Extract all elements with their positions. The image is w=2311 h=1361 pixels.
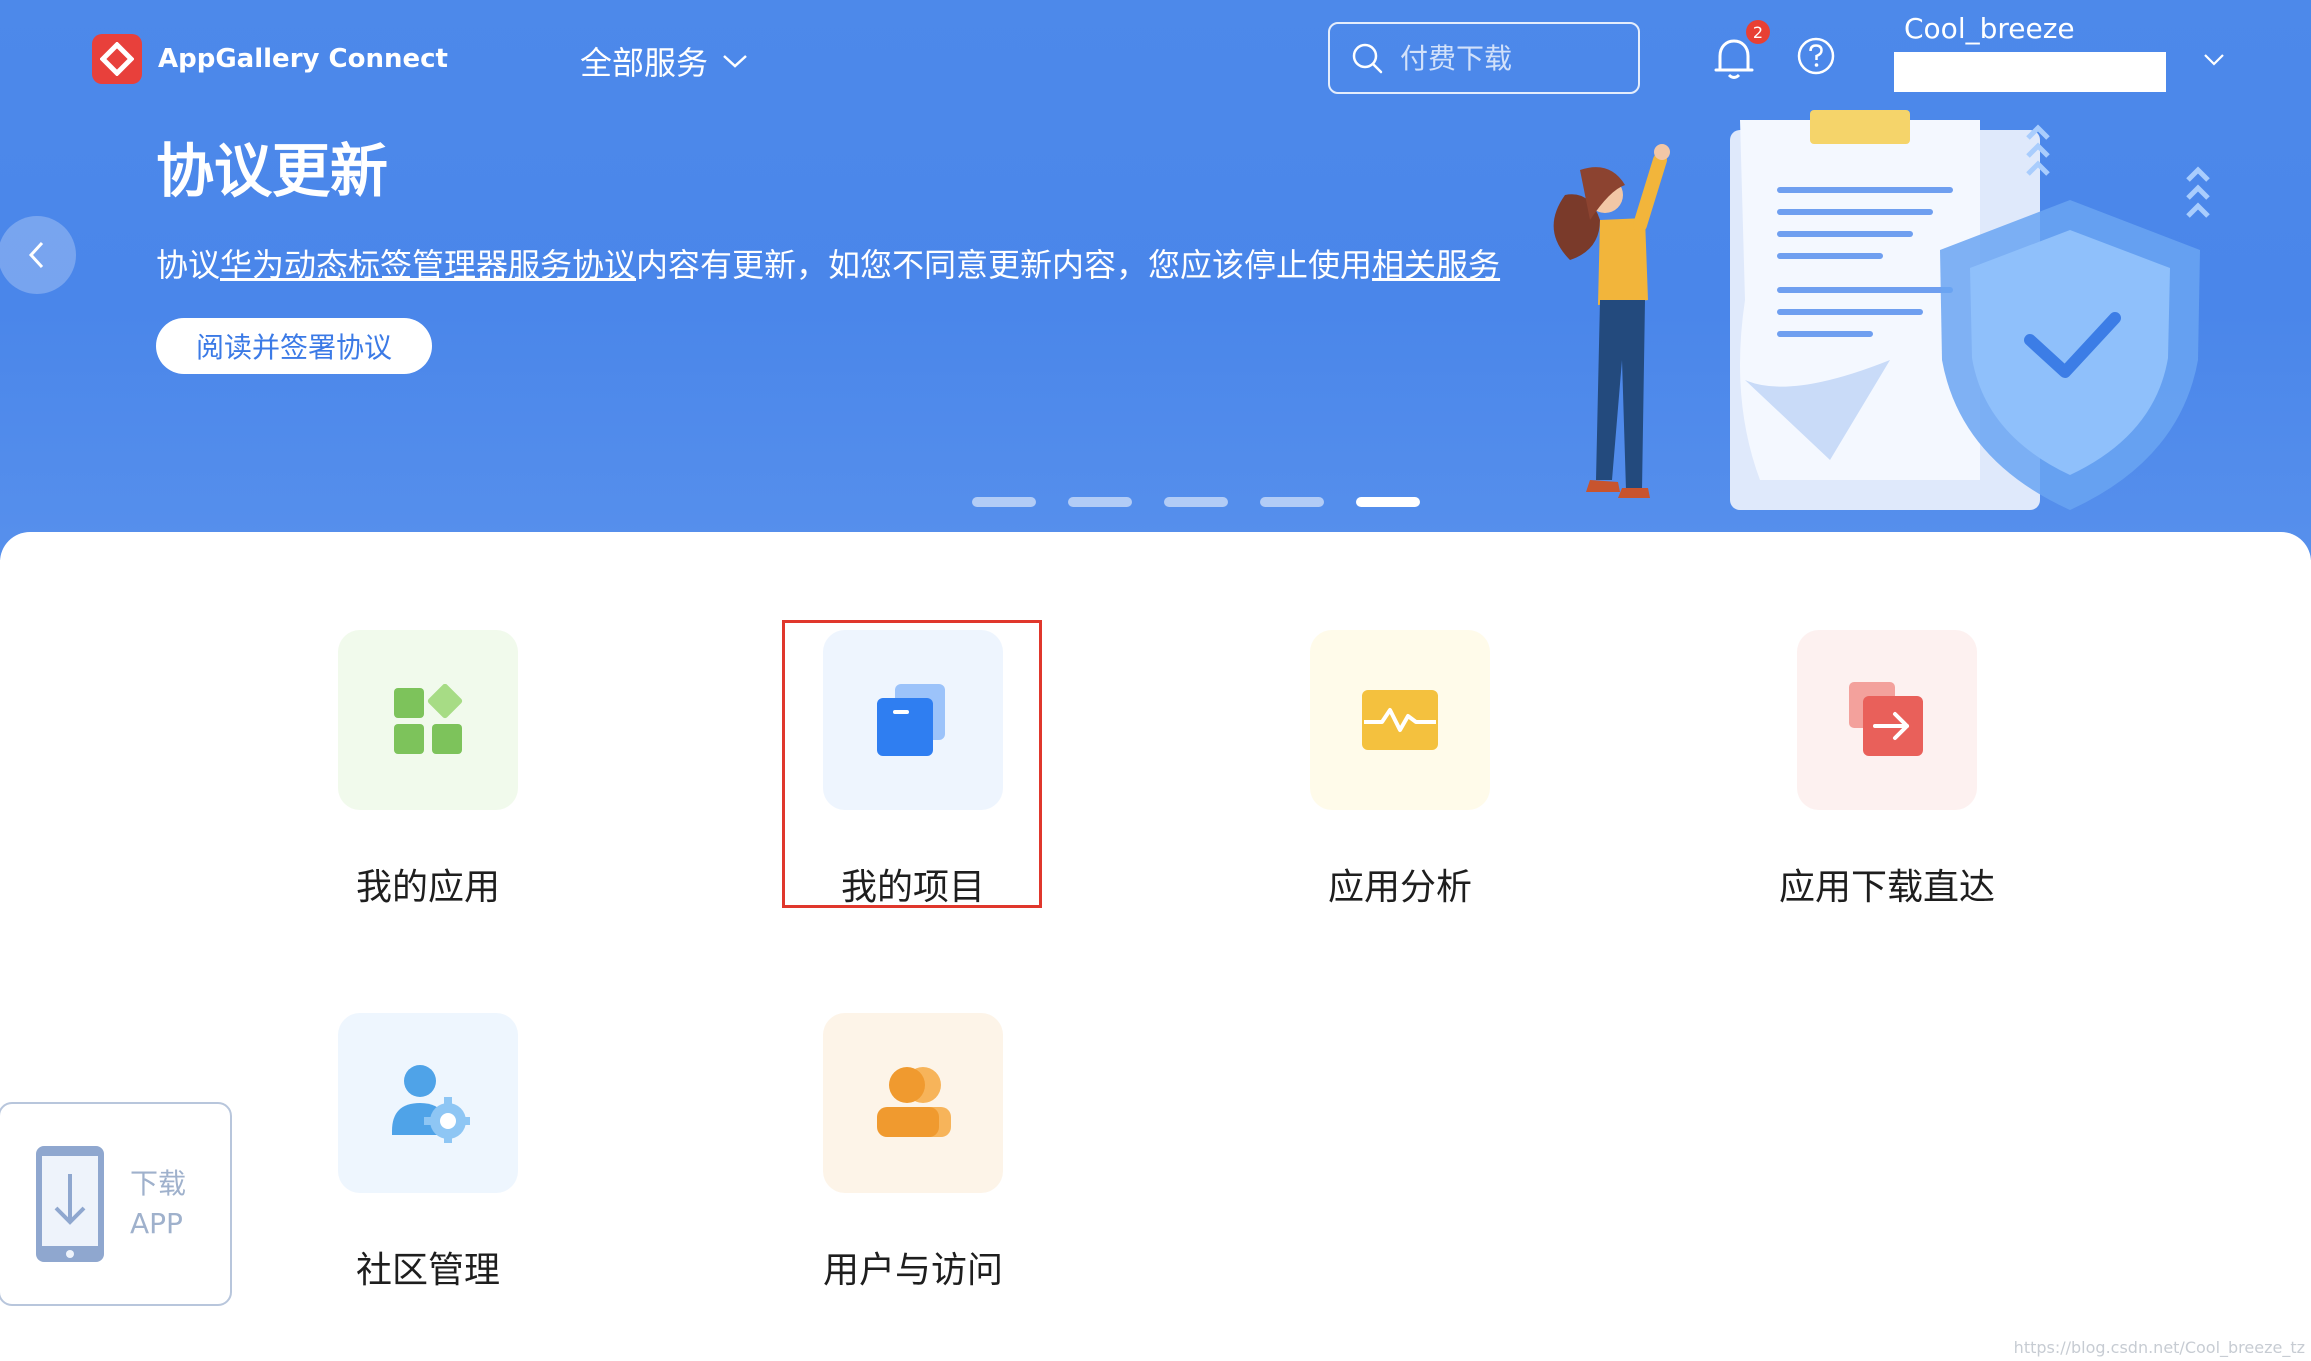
help-icon[interactable]	[1796, 36, 1836, 76]
tile-my-apps[interactable]: 我的应用	[298, 630, 558, 910]
download-label: 下载	[130, 1167, 187, 1200]
carousel-dot-2[interactable]	[1068, 497, 1132, 507]
account-chevron-down-icon[interactable]	[2202, 48, 2226, 72]
carousel-dot-4[interactable]	[1260, 497, 1324, 507]
download-app-text: 下载 APP	[130, 1164, 186, 1244]
desc-middle: 内容有更新，如您不同意更新内容，您应该停止使用	[636, 246, 1373, 284]
community-admin-icon	[392, 1065, 470, 1143]
brand-logo[interactable]: AppGallery Connect	[92, 34, 448, 84]
desc-prefix: 协议	[156, 246, 221, 284]
app-label: APP	[130, 1207, 183, 1240]
highlight-box	[782, 620, 1042, 908]
chevron-left-icon	[28, 241, 44, 269]
tile-user-access[interactable]: 用户与访问	[783, 1013, 1043, 1293]
chevron-down-icon	[723, 55, 747, 68]
apps-grid-icon	[394, 684, 463, 754]
related-services-link[interactable]: 相关服务	[1372, 246, 1500, 284]
tile-app-download-direct[interactable]: 应用下载直达	[1757, 630, 2017, 910]
tile-label: 应用下载直达	[1778, 867, 1995, 908]
tile-label: 社区管理	[355, 1250, 500, 1291]
analytics-pulse-icon	[1362, 690, 1438, 750]
search-box[interactable]	[1328, 22, 1640, 94]
banner-title: 协议更新	[156, 137, 389, 205]
brand-name: AppGallery Connect	[158, 44, 448, 74]
tile-app-analytics[interactable]: 应用分析	[1270, 630, 1530, 910]
tile-label: 用户与访问	[822, 1250, 1003, 1291]
tile-icon-bg	[823, 1013, 1003, 1193]
all-services-label: 全部服务	[580, 44, 709, 82]
notification-badge: 2	[1746, 20, 1770, 44]
watermark: https://blog.csdn.net/Cool_breeze_tz	[2013, 1338, 2305, 1357]
user-access-icon	[877, 1067, 951, 1137]
search-icon	[1352, 43, 1383, 74]
tile-icon-bg	[1310, 630, 1490, 810]
account-info-box[interactable]	[1894, 52, 2166, 92]
carousel-dot-5[interactable]	[1356, 497, 1420, 507]
read-sign-agreement-button[interactable]: 阅读并签署协议	[156, 318, 432, 374]
username-label[interactable]: Cool_breeze	[1904, 12, 2075, 45]
appgallery-logo-icon	[92, 34, 142, 84]
download-app-widget[interactable]: 下载 APP	[0, 1102, 232, 1306]
carousel-indicators	[972, 497, 1420, 507]
tile-label: 应用分析	[1327, 867, 1472, 908]
carousel-dot-1[interactable]	[972, 497, 1036, 507]
tile-icon-bg	[338, 630, 518, 810]
tile-community-management[interactable]: 社区管理	[298, 1013, 558, 1293]
agreement-illustration	[1553, 110, 2210, 510]
download-direct-icon	[1849, 682, 1923, 756]
search-input[interactable]	[1400, 41, 1620, 75]
tile-icon-bg	[338, 1013, 518, 1193]
all-services-menu[interactable]: 全部服务	[580, 38, 748, 84]
tile-label: 我的应用	[355, 867, 500, 908]
agreement-link[interactable]: 华为动态标签管理器服务协议	[220, 246, 636, 284]
tile-icon-bg	[1797, 630, 1977, 810]
hero-banner: AppGallery Connect 全部服务 2 Cool_b	[0, 0, 2311, 560]
banner-description: 协议华为动态标签管理器服务协议内容有更新，如您不同意更新内容，您应该停止使用相关…	[156, 240, 1500, 286]
carousel-prev-button[interactable]	[0, 216, 76, 294]
carousel-dot-3[interactable]	[1164, 497, 1228, 507]
phone-download-icon	[36, 1146, 104, 1262]
